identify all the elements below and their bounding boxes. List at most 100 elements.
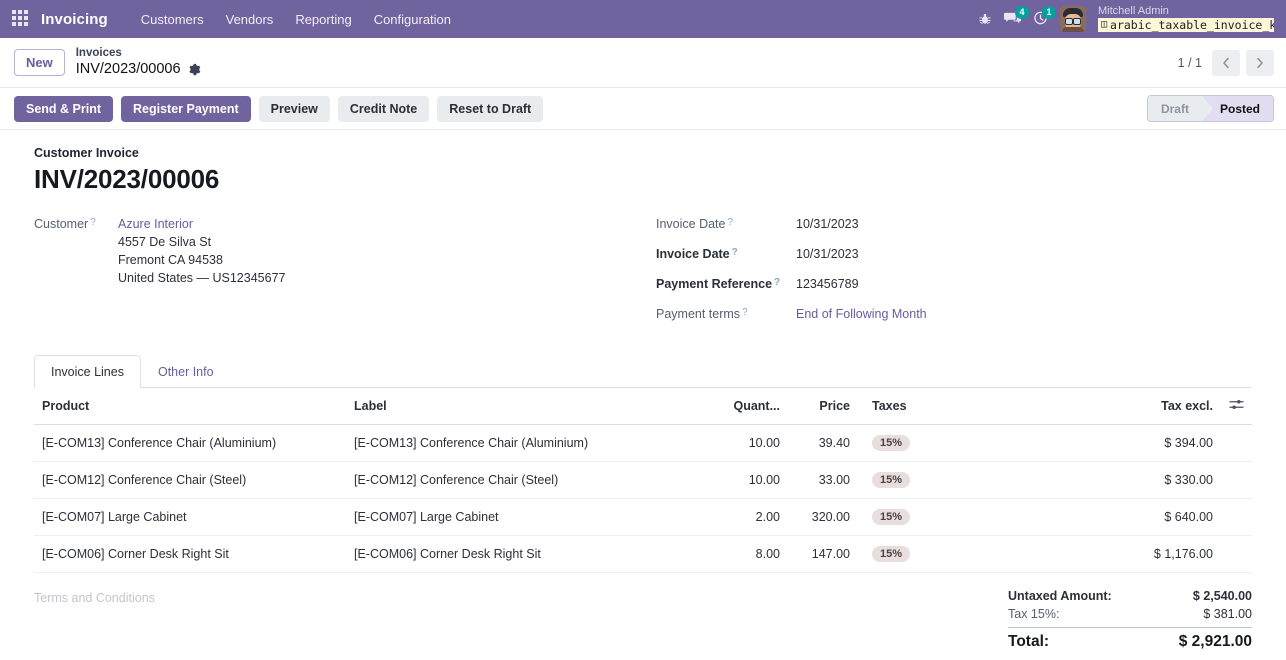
- customer-street: 4557 De Silva St: [118, 235, 212, 249]
- top-navbar: Invoicing Customers Vendors Reporting Co…: [0, 0, 1286, 38]
- user-menu[interactable]: Mitchell Admin ◫ arabic_taxable_invoice_…: [1098, 5, 1274, 33]
- tax-badge: 15%: [872, 546, 911, 562]
- invoice-lines-table: Product Label Quant... Price Taxes Tax e…: [34, 388, 1252, 573]
- credit-note-button[interactable]: Credit Note: [337, 95, 430, 122]
- cell-quantity[interactable]: 10.00: [696, 461, 788, 499]
- cell-product[interactable]: [E-COM13] Conference Chair (Aluminium): [34, 424, 346, 462]
- invoice-date-value[interactable]: 10/31/2023: [796, 217, 859, 231]
- customer-name[interactable]: Azure Interior: [118, 217, 285, 231]
- app-brand-invoicing[interactable]: Invoicing: [41, 11, 108, 28]
- help-tooltip-icon[interactable]: ?: [727, 217, 733, 228]
- help-tooltip-icon[interactable]: ?: [732, 247, 738, 258]
- document-type: Customer Invoice: [34, 146, 139, 160]
- tax-value: $ 381.00: [1203, 607, 1252, 621]
- sheet-tabs: Invoice Lines Other Info: [34, 355, 1252, 388]
- cell-taxes[interactable]: 15%: [858, 498, 1038, 536]
- total-row-tax: Tax 15%: $ 381.00: [1008, 605, 1252, 623]
- cell-spacer: [1221, 461, 1252, 499]
- column-header-quantity[interactable]: Quant...: [696, 388, 788, 425]
- clock-icon[interactable]: 1: [1033, 6, 1056, 26]
- payment-terms-label: Payment terms?: [656, 307, 748, 321]
- cell-label[interactable]: [E-COM12] Conference Chair (Steel): [346, 461, 696, 499]
- cell-price[interactable]: 147.00: [788, 535, 858, 573]
- status-draft[interactable]: Draft: [1147, 96, 1202, 121]
- cell-quantity[interactable]: 10.00: [696, 424, 788, 462]
- menu-item-vendors[interactable]: Vendors: [215, 3, 285, 36]
- cell-product[interactable]: [E-COM07] Large Cabinet: [34, 498, 346, 536]
- table-row[interactable]: [E-COM13] Conference Chair (Aluminium) […: [34, 424, 1252, 462]
- status-bar: Draft Posted: [1146, 95, 1274, 122]
- send-and-print-button[interactable]: Send & Print: [14, 95, 114, 122]
- database-chip: ◫ arabic_taxable_invoice_k…: [1098, 18, 1274, 33]
- column-header-price[interactable]: Price: [788, 388, 858, 425]
- total-value: $ 2,921.00: [1178, 633, 1252, 650]
- new-button[interactable]: New: [14, 49, 65, 76]
- cell-product[interactable]: [E-COM12] Conference Chair (Steel): [34, 461, 346, 499]
- register-payment-button[interactable]: Register Payment: [121, 95, 251, 122]
- gear-icon[interactable]: [188, 63, 201, 76]
- table-header-row: Product Label Quant... Price Taxes Tax e…: [34, 388, 1252, 425]
- field-invoice-date: Invoice Date? 10/31/2023: [656, 217, 1252, 231]
- pager-next-button[interactable]: [1246, 49, 1274, 76]
- menu-item-reporting[interactable]: Reporting: [284, 3, 362, 36]
- sliders-icon[interactable]: [1221, 388, 1252, 425]
- status-posted[interactable]: Posted: [1201, 96, 1273, 121]
- payment-terms-value[interactable]: End of Following Month: [796, 307, 927, 321]
- column-header-tax-excl[interactable]: Tax excl.: [1038, 388, 1221, 425]
- cell-quantity[interactable]: 8.00: [696, 535, 788, 573]
- payment-reference-label: Payment Reference?: [656, 277, 781, 291]
- cell-price[interactable]: 39.40: [788, 424, 858, 462]
- table-row[interactable]: [E-COM07] Large Cabinet [E-COM07] Large …: [34, 498, 1252, 536]
- preview-button[interactable]: Preview: [258, 95, 330, 122]
- totals-block: Untaxed Amount: $ 2,540.00 Tax 15%: $ 38…: [1008, 587, 1252, 650]
- total-label: Total:: [1008, 633, 1050, 650]
- cell-price[interactable]: 320.00: [788, 498, 858, 536]
- invoice-lines-body: [E-COM13] Conference Chair (Aluminium) […: [34, 424, 1252, 573]
- cell-label[interactable]: [E-COM13] Conference Chair (Aluminium): [346, 424, 696, 462]
- field-customer: Customer? Azure Interior 4557 De Silva S…: [34, 217, 654, 285]
- help-tooltip-icon[interactable]: ?: [774, 277, 780, 288]
- customer-address: Azure Interior 4557 De Silva St Fremont …: [118, 217, 285, 285]
- column-header-label[interactable]: Label: [346, 388, 696, 425]
- cell-subtotal: $ 330.00: [1038, 461, 1221, 499]
- reset-to-draft-button[interactable]: Reset to Draft: [437, 95, 544, 122]
- tax-badge: 15%: [872, 509, 911, 525]
- invoice-date-label: Invoice Date?: [656, 217, 734, 231]
- table-row[interactable]: [E-COM06] Corner Desk Right Sit [E-COM06…: [34, 535, 1252, 573]
- cell-taxes[interactable]: 15%: [858, 424, 1038, 462]
- help-tooltip-icon[interactable]: ?: [90, 217, 96, 228]
- untaxed-amount-value: $ 2,540.00: [1192, 589, 1252, 603]
- column-header-product[interactable]: Product: [34, 388, 346, 425]
- pager-previous-button[interactable]: [1212, 49, 1240, 76]
- cell-label[interactable]: [E-COM06] Corner Desk Right Sit: [346, 535, 696, 573]
- customer-city: Fremont CA 94538: [118, 253, 223, 267]
- invoice-date-value-2[interactable]: 10/31/2023: [796, 247, 859, 261]
- page-title: INV/2023/00006: [34, 164, 220, 194]
- field-payment-terms: Payment terms? End of Following Month: [656, 307, 1252, 321]
- terms-and-conditions-input[interactable]: Terms and Conditions: [34, 587, 1008, 650]
- bug-icon[interactable]: [978, 12, 992, 26]
- payment-reference-value[interactable]: 123456789: [796, 277, 859, 291]
- apps-grid-icon[interactable]: [12, 10, 30, 28]
- column-header-taxes[interactable]: Taxes: [858, 388, 1038, 425]
- breadcrumb-parent-invoices[interactable]: Invoices: [76, 47, 201, 61]
- help-tooltip-icon[interactable]: ?: [742, 307, 748, 318]
- activities-badge: 1: [1042, 6, 1056, 20]
- cell-quantity[interactable]: 2.00: [696, 498, 788, 536]
- cell-product[interactable]: [E-COM06] Corner Desk Right Sit: [34, 535, 346, 573]
- form-group-right: Invoice Date? 10/31/2023 Invoice Date? 1…: [654, 217, 1252, 337]
- table-row[interactable]: [E-COM12] Conference Chair (Steel) [E-CO…: [34, 461, 1252, 499]
- messages-icon[interactable]: 4: [1004, 6, 1029, 26]
- tab-invoice-lines[interactable]: Invoice Lines: [34, 355, 141, 388]
- cell-price[interactable]: 33.00: [788, 461, 858, 499]
- tax-badge: 15%: [872, 435, 911, 451]
- cell-label[interactable]: [E-COM07] Large Cabinet: [346, 498, 696, 536]
- cell-taxes[interactable]: 15%: [858, 535, 1038, 573]
- menu-item-configuration[interactable]: Configuration: [363, 3, 462, 36]
- main-menu: Customers Vendors Reporting Configuratio…: [130, 3, 462, 36]
- cell-taxes[interactable]: 15%: [858, 461, 1038, 499]
- avatar[interactable]: [1060, 5, 1086, 32]
- menu-item-customers[interactable]: Customers: [130, 3, 215, 36]
- cell-spacer: [1221, 498, 1252, 536]
- tab-other-info[interactable]: Other Info: [141, 355, 231, 388]
